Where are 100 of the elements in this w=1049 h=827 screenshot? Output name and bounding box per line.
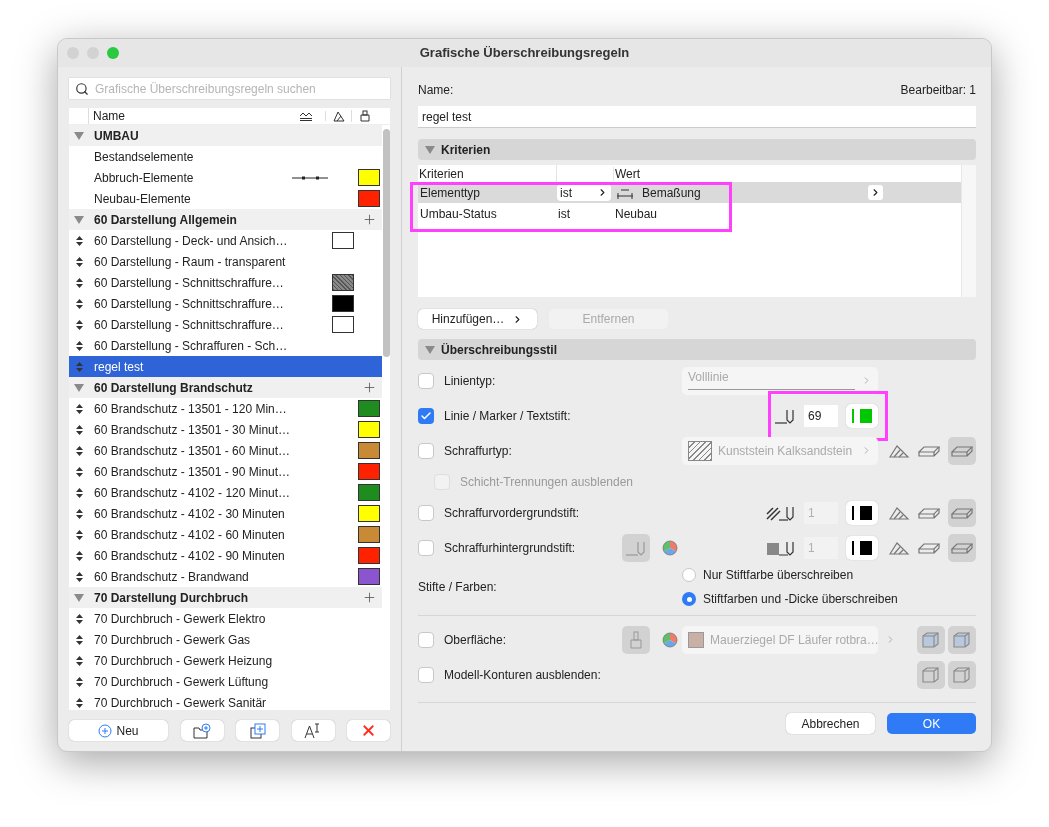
- duplicate-button[interactable]: [236, 720, 279, 741]
- drag-handle-icon[interactable]: [75, 655, 83, 666]
- contour-toggle-button[interactable]: [917, 660, 945, 689]
- list-row[interactable]: Neubau-Elemente: [69, 188, 383, 209]
- section-header[interactable]: Überschreibungsstil: [418, 339, 976, 360]
- list-row[interactable]: 60 Brandschutz - 13501 - 120 Min…: [69, 398, 383, 419]
- new-folder-button[interactable]: [180, 720, 224, 741]
- checkbox[interactable]: [418, 666, 434, 683]
- list-row[interactable]: 60 Darstellung - Schnittschraffure…: [69, 293, 383, 314]
- drag-handle-icon[interactable]: [75, 613, 83, 624]
- checkbox[interactable]: [418, 442, 434, 459]
- list-row[interactable]: regel test: [69, 356, 383, 377]
- criteria-row[interactable]: Umbau-Status ist Neubau: [418, 203, 961, 224]
- drag-handle-icon[interactable]: [75, 361, 83, 372]
- section-header[interactable]: Kriterien: [418, 139, 976, 160]
- group-header[interactable]: UMBAU: [89, 126, 357, 145]
- contour-toggle-button[interactable]: [948, 660, 976, 689]
- pen-color-button[interactable]: [846, 500, 878, 525]
- list-row[interactable]: 60 Brandschutz - Brandwand: [69, 566, 383, 587]
- column-header[interactable]: Name: [89, 108, 286, 125]
- list-row[interactable]: 60 Brandschutz - 4102 - 90 Minuten: [69, 545, 383, 566]
- checkbox[interactable]: [418, 372, 434, 389]
- drag-handle-icon[interactable]: [75, 256, 83, 267]
- name-field[interactable]: regel test: [418, 106, 976, 127]
- checkbox[interactable]: [418, 539, 434, 556]
- color-wheel-icon[interactable]: [662, 631, 678, 648]
- drag-handle-icon[interactable]: [75, 298, 83, 309]
- drag-handle-icon[interactable]: [75, 403, 83, 414]
- delete-button[interactable]: [347, 720, 390, 741]
- list-row[interactable]: 60 Darstellung - Schraffuren - Sch…: [69, 335, 383, 356]
- disclosure-triangle-icon[interactable]: [74, 593, 84, 602]
- pen-color-button[interactable]: [846, 403, 878, 428]
- checkbox[interactable]: [418, 504, 434, 521]
- group-header[interactable]: 60 Darstellung Brandschutz: [89, 378, 357, 397]
- column-header[interactable]: Kriterien: [418, 164, 557, 183]
- drag-handle-icon[interactable]: [75, 235, 83, 246]
- list-row[interactable]: 60 Brandschutz - 13501 - 60 Minut…: [69, 440, 383, 461]
- group-row[interactable]: 60 Darstellung Allgemein: [69, 209, 383, 230]
- list-row[interactable]: Bestandselemente: [69, 146, 383, 167]
- drag-handle-icon[interactable]: [75, 487, 83, 498]
- surface-override-button[interactable]: [917, 625, 945, 654]
- drag-handle-icon[interactable]: [75, 466, 83, 477]
- slab-toggle-button[interactable]: [948, 436, 976, 465]
- drag-handle-icon[interactable]: [75, 445, 83, 456]
- list-row[interactable]: 70 Durchbruch - Gewerk Gas: [69, 629, 383, 650]
- group-row[interactable]: 60 Darstellung Brandschutz: [69, 377, 383, 398]
- value-picker-button[interactable]: [868, 185, 883, 200]
- add-criterion-button[interactable]: Hinzufügen…: [418, 309, 537, 329]
- scrollbar-thumb[interactable]: [382, 129, 390, 357]
- drag-handle-icon[interactable]: [75, 508, 83, 519]
- list-row[interactable]: 60 Brandschutz - 13501 - 90 Minut…: [69, 461, 383, 482]
- drag-handle-icon[interactable]: [75, 424, 83, 435]
- drag-handle-icon[interactable]: [75, 319, 83, 330]
- list-row[interactable]: 70 Durchbruch - Gewerk Sanitär: [69, 692, 383, 710]
- slab-toggle-button[interactable]: [948, 533, 976, 562]
- slab-toggle-button[interactable]: [948, 498, 976, 527]
- drag-handle-icon[interactable]: [75, 277, 83, 288]
- list-row[interactable]: 70 Durchbruch - Gewerk Elektro: [69, 608, 383, 629]
- disclosure-triangle-icon[interactable]: [74, 131, 84, 140]
- disclosure-triangle-icon[interactable]: [425, 145, 435, 154]
- drag-handle-icon[interactable]: [75, 571, 83, 582]
- list-row[interactable]: 60 Darstellung - Deck- und Ansich…: [69, 230, 383, 251]
- checkbox[interactable]: [418, 407, 434, 424]
- list-row[interactable]: 60 Brandschutz - 4102 - 30 Minuten: [69, 503, 383, 524]
- radio-button[interactable]: [682, 568, 696, 582]
- pen-number-field[interactable]: 69: [804, 404, 838, 427]
- group-header[interactable]: 70 Darstellung Durchbruch: [89, 588, 357, 607]
- disclosure-triangle-icon[interactable]: [425, 345, 435, 354]
- cancel-button[interactable]: Abbrechen: [786, 713, 875, 734]
- drag-handle-icon[interactable]: [75, 340, 83, 351]
- list-row[interactable]: 60 Darstellung - Raum - transparent: [69, 251, 383, 272]
- group-header[interactable]: 60 Darstellung Allgemein: [89, 210, 357, 229]
- group-row[interactable]: 70 Darstellung Durchbruch: [69, 587, 383, 608]
- rename-button[interactable]: [291, 720, 335, 741]
- group-row[interactable]: UMBAU: [69, 125, 383, 146]
- list-row[interactable]: 60 Brandschutz - 13501 - 30 Minut…: [69, 419, 383, 440]
- new-button[interactable]: Neu: [69, 720, 168, 741]
- add-icon[interactable]: [361, 590, 377, 605]
- list-row[interactable]: 60 Brandschutz - 4102 - 60 Minuten: [69, 524, 383, 545]
- add-icon[interactable]: [361, 212, 377, 227]
- drag-handle-icon[interactable]: [75, 634, 83, 645]
- drag-handle-icon[interactable]: [75, 697, 83, 708]
- list-row[interactable]: 70 Durchbruch - Gewerk Lüftung: [69, 671, 383, 692]
- list-row[interactable]: 70 Durchbruch - Gewerk Heizung: [69, 650, 383, 671]
- list-row[interactable]: 60 Darstellung - Schnittschraffure…: [69, 272, 383, 293]
- add-icon[interactable]: [361, 380, 377, 395]
- drag-handle-icon[interactable]: [75, 550, 83, 561]
- disclosure-triangle-icon[interactable]: [74, 383, 84, 392]
- column-header[interactable]: Wert: [614, 164, 641, 183]
- drag-handle-icon[interactable]: [75, 529, 83, 540]
- color-wheel-icon[interactable]: [662, 539, 678, 556]
- list-row[interactable]: 60 Darstellung - Schnittschraffure…: [69, 314, 383, 335]
- disclosure-triangle-icon[interactable]: [74, 215, 84, 224]
- surface-override-button[interactable]: [948, 625, 976, 654]
- list-row[interactable]: Abbruch-Elemente: [69, 167, 383, 188]
- drag-handle-icon[interactable]: [75, 676, 83, 687]
- checkbox[interactable]: [418, 631, 434, 648]
- list-row[interactable]: 60 Brandschutz - 4102 - 120 Minut…: [69, 482, 383, 503]
- radio-button[interactable]: [682, 592, 696, 606]
- pen-color-button[interactable]: [846, 535, 878, 560]
